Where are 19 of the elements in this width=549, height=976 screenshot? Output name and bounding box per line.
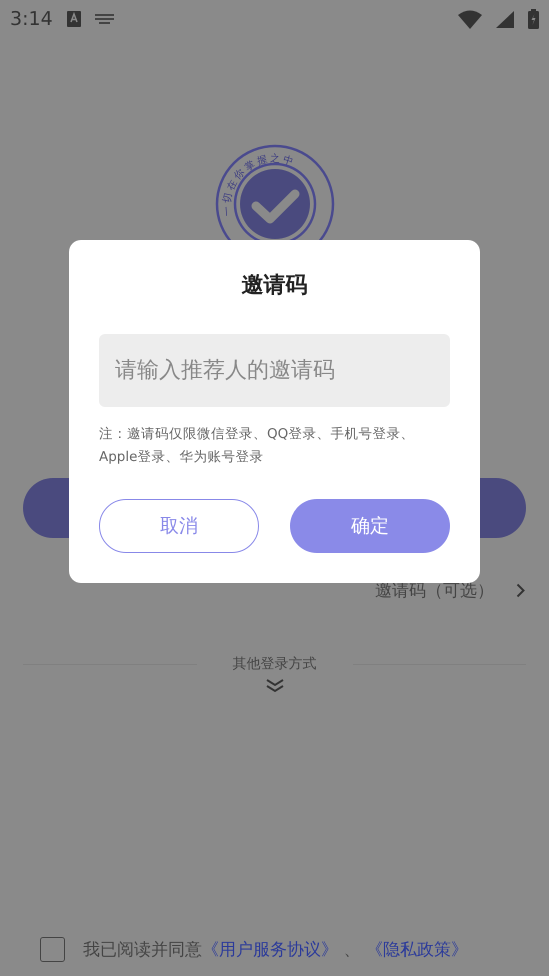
dialog-note: 注：邀请码仅限微信登录、QQ登录、手机号登录、Apple登录、华为账号登录 — [99, 425, 416, 467]
double-chevron-down-icon[interactable] — [266, 679, 284, 693]
agreement-checkbox[interactable] — [40, 937, 65, 962]
agreement-text: 我已阅读并同意《用户服务协议》 、 《隐私政策》 — [83, 939, 468, 961]
confirm-button[interactable]: 确定 — [290, 499, 450, 553]
signal-icon — [496, 10, 514, 28]
battery-charging-icon — [528, 9, 539, 29]
agreement-link[interactable]: 《用户服务协议》 — [202, 940, 338, 960]
keyboard-icon — [94, 14, 114, 24]
cancel-button[interactable]: 取消 — [99, 499, 259, 553]
keyboard-language-icon — [66, 11, 81, 27]
chevron-right-icon — [516, 582, 525, 598]
clock: 3:14 — [10, 8, 53, 30]
invite-code-link[interactable]: 邀请码（可选） — [375, 578, 494, 602]
dialog-title: 邀请码 — [242, 272, 308, 300]
wifi-icon — [458, 10, 482, 28]
invite-code-field[interactable]: 请输入推荐人的邀请码 — [99, 334, 450, 407]
other-login-label: 其他登录方式 — [232, 655, 316, 673]
agreement-link[interactable]: 《隐私政策》 — [366, 940, 468, 960]
